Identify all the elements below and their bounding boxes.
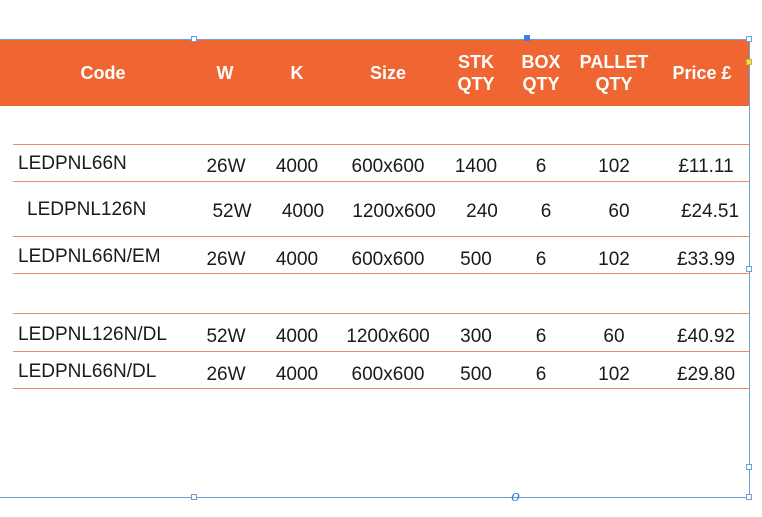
cell-price: £11.11	[678, 156, 734, 177]
cell-size: 600x600	[351, 364, 425, 385]
cell-price: £33.99	[676, 249, 736, 270]
cell-k: 4000	[281, 201, 325, 222]
row-divider	[13, 236, 749, 237]
selection-frame-bottom	[0, 497, 750, 498]
cell-stk-qty: 500	[460, 249, 492, 270]
rotate-handle[interactable]	[524, 35, 530, 41]
cell-price: £24.51	[680, 201, 740, 222]
row-divider	[13, 144, 749, 145]
cell-box-qty: 6	[540, 201, 552, 222]
cell-box-qty: 6	[535, 249, 547, 270]
header-stk-qty: STK QTY	[457, 52, 495, 94]
resize-handle-top-right[interactable]	[746, 36, 752, 42]
resize-handle-right-middle[interactable]	[746, 266, 752, 272]
header-code: Code	[80, 63, 126, 83]
row-divider	[13, 273, 749, 274]
cell-k: 4000	[275, 364, 319, 385]
cell-box-qty: 6	[535, 156, 547, 177]
cell-w: 26W	[206, 249, 246, 270]
resize-handle-right-lower[interactable]	[746, 464, 752, 470]
cell-pallet-qty: 60	[603, 326, 625, 347]
row-divider	[13, 313, 749, 314]
header-w: W	[216, 63, 234, 83]
cell-stk-qty: 500	[460, 364, 492, 385]
row-divider	[13, 351, 749, 352]
row-divider	[13, 181, 749, 182]
cell-stk-qty: 300	[460, 326, 492, 347]
cell-pallet-qty: 102	[598, 249, 630, 270]
cell-code: LEDPNL126N	[27, 199, 147, 220]
header-k: K	[290, 63, 304, 83]
reference-point-marker[interactable]: o	[511, 487, 520, 505]
cell-code: LEDPNL126N/DL	[18, 324, 167, 345]
cell-code: LEDPNL66N/EM	[18, 246, 161, 267]
cell-box-qty: 6	[535, 364, 547, 385]
cell-pallet-qty: 102	[598, 156, 630, 177]
cell-price: £29.80	[676, 364, 736, 385]
cell-w: 26W	[206, 156, 246, 177]
cell-w: 52W	[212, 201, 252, 222]
cell-code: LEDPNL66N	[18, 153, 127, 174]
table-header: Code W K Size STK QTY BOX QTY PALLET QTY…	[0, 40, 749, 106]
header-pallet-qty: PALLET QTY	[579, 52, 649, 94]
overflow-port-handle[interactable]	[746, 59, 752, 65]
cell-w: 26W	[206, 364, 246, 385]
cell-size: 1200x600	[346, 326, 430, 347]
cell-size: 600x600	[351, 249, 425, 270]
cell-stk-qty: 240	[466, 201, 498, 222]
cell-size: 600x600	[351, 156, 425, 177]
cell-pallet-qty: 102	[598, 364, 630, 385]
cell-k: 4000	[275, 326, 319, 347]
header-size: Size	[369, 63, 407, 83]
header-box-qty: BOX QTY	[521, 52, 561, 94]
header-price: Price £	[672, 63, 732, 83]
cell-k: 4000	[275, 156, 319, 177]
cell-pallet-qty: 60	[608, 201, 630, 222]
row-divider	[13, 388, 749, 389]
cell-box-qty: 6	[535, 326, 547, 347]
cell-stk-qty: 1400	[454, 156, 498, 177]
resize-handle-bottom-left[interactable]	[191, 494, 197, 500]
cell-price: £40.92	[676, 326, 736, 347]
cell-size: 1200x600	[352, 201, 436, 222]
resize-handle-top-center[interactable]	[191, 36, 197, 42]
resize-handle-bottom-right[interactable]	[746, 494, 752, 500]
cell-code: LEDPNL66N/DL	[18, 361, 157, 382]
cell-k: 4000	[275, 249, 319, 270]
cell-w: 52W	[206, 326, 246, 347]
